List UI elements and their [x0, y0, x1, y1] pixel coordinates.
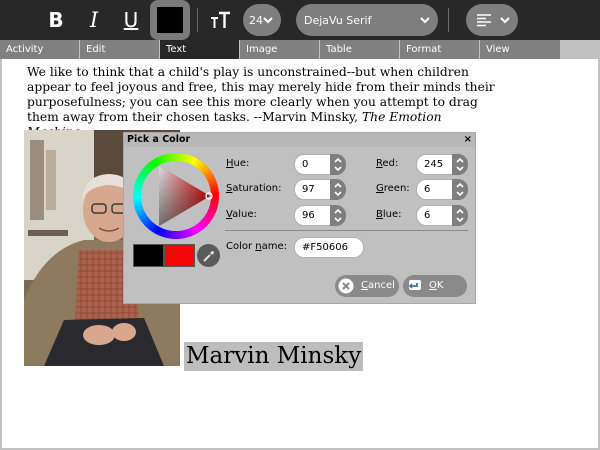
chevron-down-icon — [500, 17, 510, 24]
spin-arrows-icon[interactable] — [452, 179, 468, 200]
current-color-swatch — [164, 244, 195, 267]
color-picker-dialog: Pick a Color × Hue: 0 Saturation: 97 Val… — [123, 132, 476, 304]
tab-divider — [479, 40, 480, 59]
spin-arrows-icon[interactable] — [330, 205, 346, 226]
tab-divider — [239, 40, 240, 59]
green-label: Green: — [376, 183, 410, 194]
tab-divider — [319, 40, 320, 59]
spin-arrows-icon[interactable] — [330, 179, 346, 200]
blue-spinner[interactable]: 6 — [416, 205, 468, 226]
font-size-icon — [205, 4, 237, 36]
blue-value: 6 — [424, 210, 431, 221]
chevron-down-icon — [263, 17, 273, 24]
write-activity-window: B I U 24 DejaVu Serif Activity Edit Text… — [0, 0, 600, 450]
text-color-swatch — [157, 7, 183, 33]
hue-label: Hue: — [226, 158, 250, 169]
toolbar-separator — [197, 8, 198, 32]
saturation-value: 97 — [302, 184, 315, 195]
quote-paragraph[interactable]: We like to think that a child's play is … — [27, 65, 497, 140]
underline-button[interactable]: U — [115, 4, 147, 36]
color-name-input[interactable]: #F50606 — [294, 237, 364, 258]
cancel-label: Cancel — [361, 280, 395, 291]
ok-label: OK — [429, 280, 444, 291]
value-spinner[interactable]: 96 — [294, 205, 346, 226]
text-toolbar: B I U 24 DejaVu Serif — [0, 0, 600, 40]
dialog-divider — [225, 230, 468, 231]
green-value: 6 — [424, 184, 431, 195]
cancel-button[interactable]: Cancel — [335, 275, 399, 297]
close-icon[interactable]: × — [464, 133, 472, 147]
photo-caption[interactable]: Marvin Minsky — [184, 342, 364, 371]
alignment-combo[interactable] — [466, 4, 518, 36]
tab-divider — [79, 40, 80, 59]
value-label: Value: — [226, 209, 257, 220]
italic-button[interactable]: I — [78, 4, 110, 36]
tab-view[interactable]: View — [480, 40, 560, 59]
cancel-icon — [338, 278, 354, 294]
ok-button[interactable]: OK — [403, 275, 467, 297]
tab-activity[interactable]: Activity — [0, 40, 80, 59]
spin-arrows-icon[interactable] — [452, 205, 468, 226]
tab-format[interactable]: Format — [400, 40, 480, 59]
tab-divider — [159, 40, 160, 59]
eyedropper-button[interactable] — [197, 244, 220, 267]
color-wheel[interactable] — [133, 153, 219, 239]
hue-value: 0 — [302, 159, 309, 170]
color-name-label: Color name: — [226, 241, 288, 252]
green-spinner[interactable]: 6 — [416, 179, 468, 200]
toolbar-separator — [448, 8, 449, 32]
value-value: 96 — [302, 210, 315, 221]
enter-icon — [408, 280, 421, 290]
tab-image[interactable]: Image — [240, 40, 320, 59]
bold-button[interactable]: B — [40, 4, 72, 36]
dialog-title: Pick a Color — [124, 133, 475, 147]
tab-table[interactable]: Table — [320, 40, 400, 59]
spin-arrows-icon[interactable] — [452, 154, 468, 175]
font-size-combo[interactable]: 24 — [243, 4, 281, 36]
tab-text[interactable]: Text — [160, 40, 240, 59]
tab-divider — [399, 40, 400, 59]
spin-arrows-icon[interactable] — [330, 154, 346, 175]
align-left-icon — [477, 14, 491, 27]
chevron-down-icon — [420, 17, 430, 24]
font-family-value: DejaVu Serif — [304, 13, 372, 27]
red-spinner[interactable]: 245 — [416, 154, 468, 175]
hue-spinner[interactable]: 0 — [294, 154, 346, 175]
text-color-button[interactable] — [150, 0, 190, 40]
saturation-spinner[interactable]: 97 — [294, 179, 346, 200]
toolbar-tabs: Activity Edit Text Image Table Format Vi… — [0, 40, 600, 59]
blue-label: Blue: — [376, 209, 402, 220]
red-label: Red: — [376, 158, 399, 169]
font-family-combo[interactable]: DejaVu Serif — [296, 4, 438, 36]
previous-color-swatch — [133, 244, 164, 267]
saturation-label: Saturation: — [226, 183, 282, 194]
eyedropper-icon — [202, 250, 214, 262]
red-value: 245 — [424, 159, 444, 170]
tab-edit[interactable]: Edit — [80, 40, 160, 59]
